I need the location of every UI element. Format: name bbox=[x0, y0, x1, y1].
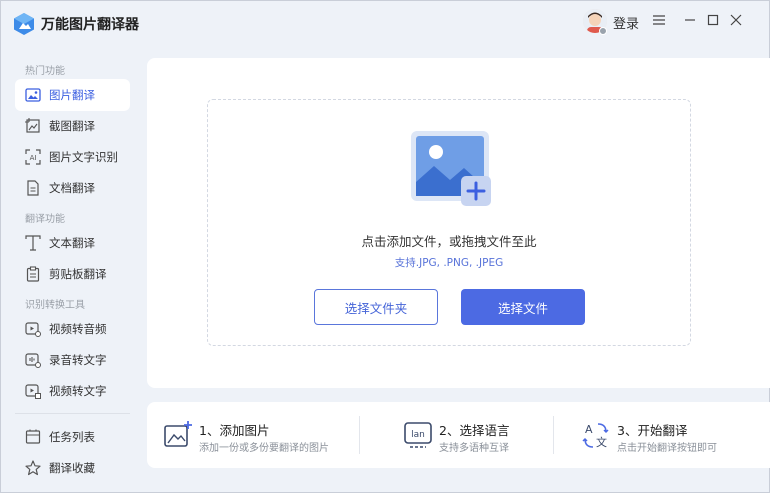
screenshot-icon bbox=[25, 118, 41, 134]
sidebar-item-document[interactable]: 文档翻译 bbox=[15, 172, 130, 204]
steps-card: 1、添加图片 添加一份或多份要翻译的图片 lan 2、选择语言 支持多语种互译 … bbox=[147, 402, 770, 468]
star-icon bbox=[25, 460, 41, 476]
ocr-icon: AI bbox=[25, 149, 41, 165]
step-divider bbox=[359, 416, 360, 454]
minimize-icon[interactable] bbox=[678, 9, 702, 31]
sidebar-item-label: 文本翻译 bbox=[49, 236, 95, 250]
menu-icon[interactable] bbox=[647, 9, 671, 31]
sidebar-item-label: 剪贴板翻译 bbox=[49, 267, 107, 281]
add-image-illustration-icon bbox=[410, 130, 506, 208]
step-add-image: 1、添加图片 添加一份或多份要翻译的图片 bbox=[163, 402, 363, 468]
video-audio-icon bbox=[25, 321, 41, 337]
task-list-icon bbox=[25, 429, 41, 445]
sidebar-item-image-translate[interactable]: 图片翻译 bbox=[15, 79, 130, 111]
title-bar: 万能图片翻译器 登录 bbox=[1, 1, 769, 45]
choose-file-button[interactable]: 选择文件 bbox=[461, 289, 585, 325]
upload-card: 点击添加文件，或拖拽文件至此 支持.JPG, .PNG, .JPEG 选择文件夹… bbox=[147, 58, 770, 388]
video-text-icon bbox=[25, 383, 41, 399]
step-title: 1、添加图片 bbox=[199, 423, 270, 438]
drop-prompt: 点击添加文件，或拖拽文件至此 bbox=[361, 234, 537, 249]
svg-text:文: 文 bbox=[596, 435, 607, 449]
section-title-tools: 识别转换工具 bbox=[25, 300, 85, 311]
step-divider bbox=[553, 416, 554, 454]
status-dot bbox=[599, 27, 607, 35]
step-desc: 添加一份或多份要翻译的图片 bbox=[199, 443, 329, 454]
sidebar-item-label: 图片翻译 bbox=[49, 88, 95, 102]
svg-text:A: A bbox=[585, 423, 593, 436]
sidebar-item-task-list[interactable]: 任务列表 bbox=[15, 421, 130, 453]
sidebar-item-label: 任务列表 bbox=[49, 430, 95, 444]
app-window: 万能图片翻译器 登录 热门功能 图片翻译 截图翻译 AI 图片文字识别 文档翻译… bbox=[0, 0, 770, 493]
app-logo-icon bbox=[13, 12, 35, 36]
sidebar-item-video-text[interactable]: 视频转文字 bbox=[15, 375, 130, 407]
text-icon bbox=[25, 235, 41, 251]
clipboard-icon bbox=[25, 266, 41, 282]
sidebar-item-video-audio[interactable]: 视频转音频 bbox=[15, 313, 130, 345]
step-desc: 点击开始翻译按钮即可 bbox=[617, 443, 717, 454]
image-icon bbox=[25, 87, 41, 103]
sidebar-item-clipboard[interactable]: 剪贴板翻译 bbox=[15, 258, 130, 290]
step-title: 2、选择语言 bbox=[439, 423, 510, 438]
recording-icon bbox=[25, 352, 41, 368]
drop-zone[interactable]: 点击添加文件，或拖拽文件至此 支持.JPG, .PNG, .JPEG 选择文件夹… bbox=[207, 99, 691, 346]
svg-text:AI: AI bbox=[30, 154, 37, 162]
sidebar-item-label: 录音转文字 bbox=[49, 353, 107, 367]
maximize-icon[interactable] bbox=[701, 9, 725, 31]
language-icon: lan bbox=[403, 420, 433, 450]
sidebar-item-label: 图片文字识别 bbox=[49, 150, 118, 164]
add-image-icon bbox=[163, 420, 193, 450]
section-title-translate: 翻译功能 bbox=[25, 214, 65, 225]
step-select-language: lan 2、选择语言 支持多语种互译 bbox=[403, 402, 563, 468]
sidebar-item-recording[interactable]: 录音转文字 bbox=[15, 344, 130, 376]
app-title: 万能图片翻译器 bbox=[41, 17, 139, 33]
svg-text:lan: lan bbox=[411, 430, 425, 440]
step-desc: 支持多语种互译 bbox=[439, 443, 509, 454]
sidebar-item-ocr[interactable]: AI 图片文字识别 bbox=[15, 141, 130, 173]
step-start-translate: A文 3、开始翻译 点击开始翻译按钮即可 bbox=[581, 402, 761, 468]
sidebar: 热门功能 图片翻译 截图翻译 AI 图片文字识别 文档翻译 翻译功能 文本翻译 … bbox=[1, 45, 141, 493]
login-button[interactable]: 登录 bbox=[613, 13, 639, 32]
sidebar-item-label: 视频转文字 bbox=[49, 384, 107, 398]
step-title: 3、开始翻译 bbox=[617, 423, 688, 438]
sidebar-divider bbox=[15, 413, 130, 414]
sidebar-item-label: 视频转音频 bbox=[49, 322, 107, 336]
sidebar-item-favorites[interactable]: 翻译收藏 bbox=[15, 452, 130, 484]
supported-formats: 支持.JPG, .PNG, .JPEG bbox=[394, 257, 504, 269]
translate-icon: A文 bbox=[581, 420, 611, 450]
document-icon bbox=[25, 180, 41, 196]
close-icon[interactable] bbox=[724, 9, 748, 31]
choose-folder-button[interactable]: 选择文件夹 bbox=[314, 289, 438, 325]
section-title-hot: 热门功能 bbox=[25, 66, 65, 77]
sidebar-item-label: 文档翻译 bbox=[49, 181, 95, 195]
sidebar-item-screenshot-translate[interactable]: 截图翻译 bbox=[15, 110, 130, 142]
sidebar-item-text-translate[interactable]: 文本翻译 bbox=[15, 227, 130, 259]
sidebar-item-label: 截图翻译 bbox=[49, 119, 95, 133]
sidebar-item-label: 翻译收藏 bbox=[49, 461, 95, 475]
